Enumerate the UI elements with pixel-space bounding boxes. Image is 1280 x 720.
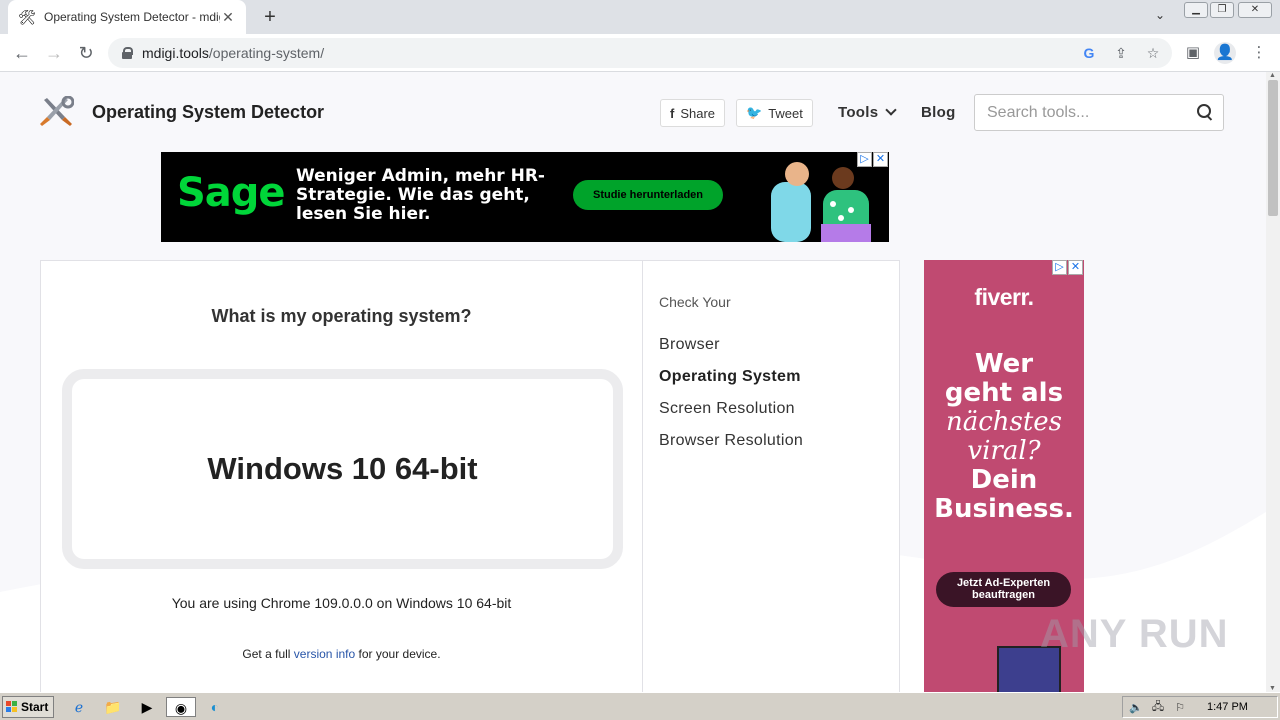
share-label: Share bbox=[680, 105, 716, 121]
ad-headline: Weniger Admin, mehr HR-Strategie. Wie da… bbox=[296, 166, 545, 224]
tab-search-chevron-icon[interactable]: ⌄ bbox=[1150, 8, 1170, 26]
close-window-button[interactable]: ✕ bbox=[1238, 2, 1272, 18]
minimize-button[interactable]: ▁ bbox=[1184, 2, 1208, 18]
search-box bbox=[974, 94, 1224, 131]
search-input[interactable] bbox=[975, 95, 1195, 130]
site-title[interactable]: Operating System Detector bbox=[92, 102, 324, 123]
google-translate-icon[interactable]: G bbox=[1080, 44, 1098, 62]
os-result-box: Windows 10 64-bit bbox=[62, 369, 623, 569]
bookmark-star-icon[interactable]: ☆ bbox=[1144, 44, 1162, 62]
question-heading: What is my operating system? bbox=[211, 306, 472, 326]
full-info-suffix: for your device. bbox=[358, 647, 441, 661]
close-tab-icon[interactable]: ✕ bbox=[220, 9, 236, 25]
network-icon[interactable]: 🖧 bbox=[1149, 698, 1167, 717]
version-info-link[interactable]: version info bbox=[294, 647, 355, 661]
chrome-menu-icon[interactable]: ⋮ bbox=[1248, 42, 1270, 64]
facebook-icon: f bbox=[670, 105, 675, 121]
side-ad-cta-button[interactable]: Jetzt Ad-Experten beauftragen bbox=[936, 572, 1071, 607]
facebook-share-button[interactable]: f Share bbox=[660, 99, 726, 127]
scroll-down-arrow-icon[interactable]: ▼ bbox=[1269, 685, 1276, 692]
lock-icon[interactable] bbox=[122, 47, 133, 59]
side-ad-line: Dein bbox=[970, 465, 1038, 495]
url-text[interactable]: mdigi.tools/operating-system/ bbox=[142, 45, 324, 61]
sidebar-link-browser-resolution[interactable]: Browser Resolution bbox=[659, 432, 803, 450]
tab-strip: 🛠 Operating System Detector - mdigi.tool… bbox=[0, 0, 1280, 34]
sidebar-link-screen-resolution[interactable]: Screen Resolution bbox=[659, 400, 795, 418]
tab-title: Operating System Detector - mdigi.tools bbox=[44, 10, 220, 24]
sidebar-heading: Check Your bbox=[659, 294, 731, 310]
address-bar[interactable]: mdigi.tools/operating-system/ G ⇪ ☆ bbox=[108, 38, 1172, 68]
side-ad-line: Wer bbox=[974, 349, 1034, 379]
internet-explorer-icon[interactable]: ℯ bbox=[68, 697, 90, 717]
fiverr-logo: fiverr. bbox=[974, 284, 1034, 310]
os-result: Windows 10 64-bit bbox=[207, 451, 478, 486]
scroll-thumb[interactable] bbox=[1268, 80, 1278, 216]
page-scrollbar[interactable]: ▲ ▼ bbox=[1266, 72, 1280, 692]
restore-button[interactable]: ❐ bbox=[1210, 2, 1234, 18]
side-ad-line: Business. bbox=[934, 494, 1074, 524]
windows-logo-icon bbox=[6, 701, 17, 712]
chevron-down-icon bbox=[885, 104, 898, 116]
start-button[interactable]: Start bbox=[2, 696, 54, 718]
tweet-button[interactable]: 🐦 Tweet bbox=[736, 99, 813, 127]
side-adchoices-icon[interactable]: ▷ bbox=[1052, 260, 1067, 275]
file-explorer-icon[interactable]: 📁 bbox=[102, 697, 124, 717]
edge-icon[interactable]: ◐ bbox=[204, 697, 226, 717]
side-ad-line: viral? bbox=[967, 436, 1041, 466]
side-ad-line: nächstes bbox=[945, 407, 1063, 437]
tweet-label: Tweet bbox=[768, 105, 803, 121]
side-ad-close-icon[interactable]: ✕ bbox=[1068, 260, 1083, 275]
side-panel-icon[interactable]: ▣ bbox=[1182, 42, 1204, 64]
nav-tools-dropdown[interactable]: Tools bbox=[838, 104, 898, 121]
sidebar-link-operating-system[interactable]: Operating System bbox=[659, 368, 801, 386]
top-ad-banner[interactable]: Sage Weniger Admin, mehr HR-Strategie. W… bbox=[161, 152, 889, 242]
chrome-taskbar-icon[interactable]: ◉ bbox=[166, 697, 196, 717]
ad-cta-button[interactable]: Studie herunterladen bbox=[573, 180, 723, 210]
page-viewport: Operating System Detector f Share 🐦 Twee… bbox=[0, 72, 1266, 692]
tools-logo-icon[interactable] bbox=[38, 96, 74, 128]
media-player-icon[interactable]: ▶ bbox=[136, 697, 158, 717]
twitter-icon: 🐦 bbox=[746, 105, 763, 120]
full-info-line: Get a full version info for your device. bbox=[41, 647, 642, 661]
full-info-prefix: Get a full bbox=[242, 647, 291, 661]
user-agent-sentence: You are using Chrome 109.0.0.0 on Window… bbox=[171, 595, 512, 611]
card-divider bbox=[642, 261, 643, 692]
ad-close-icon[interactable]: ✕ bbox=[873, 152, 888, 167]
clock[interactable]: 1:47 PM bbox=[1207, 701, 1248, 713]
profile-avatar-icon[interactable]: 👤 bbox=[1214, 42, 1236, 64]
flag-icon[interactable]: ⚐ bbox=[1171, 701, 1189, 714]
browser-tab[interactable]: 🛠 Operating System Detector - mdigi.tool… bbox=[8, 0, 246, 34]
browser-toolbar: ← → ↻ mdigi.tools/operating-system/ G ⇪ … bbox=[0, 34, 1280, 72]
tools-favicon-icon: 🛠 bbox=[18, 9, 36, 25]
share-page-icon[interactable]: ⇪ bbox=[1112, 44, 1130, 62]
volume-icon[interactable]: 🔈 bbox=[1127, 701, 1145, 714]
back-arrow-icon[interactable]: ← bbox=[10, 41, 34, 65]
reload-icon[interactable]: ↻ bbox=[74, 41, 98, 65]
scroll-up-arrow-icon[interactable]: ▲ bbox=[1269, 72, 1276, 79]
side-ad-line: geht als bbox=[944, 378, 1064, 408]
search-icon[interactable] bbox=[1197, 104, 1213, 120]
adchoices-icon[interactable]: ▷ bbox=[857, 152, 872, 167]
nav-tools-label: Tools bbox=[838, 104, 879, 121]
main-card: What is my operating system? Windows 10 … bbox=[40, 260, 900, 692]
windows-taskbar: Start ℯ 📁 ▶ ◉ ◐ 🔈 🖧 ⚐ 1:47 PM bbox=[0, 692, 1280, 720]
nav-blog-link[interactable]: Blog bbox=[921, 104, 956, 121]
sidebar-link-browser[interactable]: Browser bbox=[659, 336, 720, 354]
start-label: Start bbox=[21, 700, 49, 714]
system-tray: 🔈 🖧 ⚐ 1:47 PM bbox=[1122, 696, 1278, 718]
new-tab-button[interactable]: + bbox=[258, 6, 282, 28]
side-ad-headline: Wer geht als nächstes viral? Dein Busine… bbox=[924, 350, 1084, 524]
anyrun-watermark: ANY RUN bbox=[1040, 612, 1229, 656]
forward-arrow-icon[interactable]: → bbox=[42, 41, 66, 65]
sage-logo: Sage bbox=[177, 170, 286, 216]
